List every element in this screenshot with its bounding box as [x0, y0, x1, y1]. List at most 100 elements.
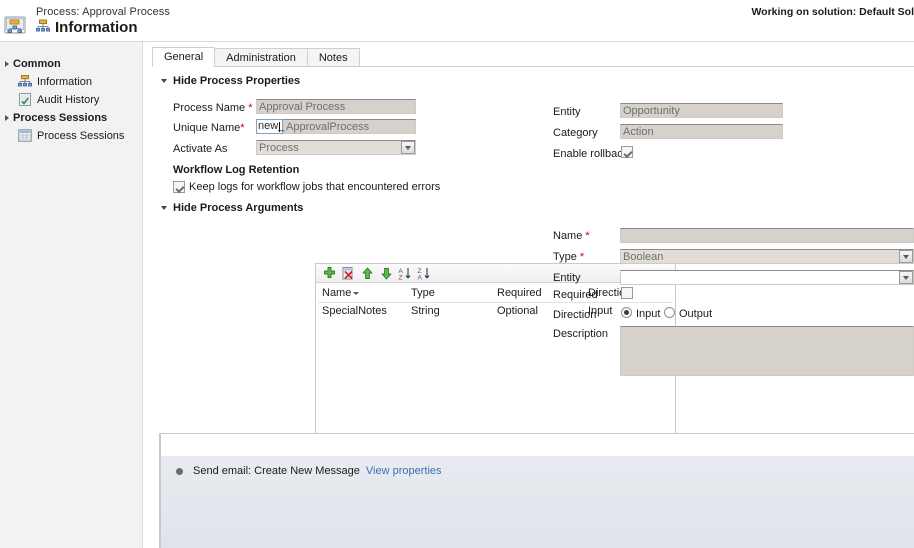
required-marker: * [576, 251, 585, 263]
entity-label: Entity [553, 106, 581, 118]
required-marker: * [240, 122, 245, 134]
category-input[interactable]: Action [620, 124, 783, 139]
section-process-properties-toggle[interactable]: Hide Process Properties [161, 75, 300, 87]
argument-entity-select[interactable] [620, 270, 914, 285]
keep-logs-label: Keep logs for workflow jobs that encount… [189, 181, 441, 193]
chevron-down-icon[interactable] [899, 271, 913, 284]
argument-type-value: Boolean [623, 251, 664, 263]
sidebar-group-common[interactable]: Common [5, 58, 61, 70]
activate-as-label: Activate As [173, 143, 228, 155]
chevron-right-icon [5, 115, 9, 121]
solution-indicator: Working on solution: Default Sol [751, 6, 914, 18]
argument-name-label: Name * [553, 230, 590, 242]
page-header: Process: Approval Process Information Wo… [0, 0, 914, 38]
sidebar-group-label: Process Sessions [13, 112, 108, 124]
application-window: Process: Approval Process Information Wo… [0, 0, 914, 548]
process-window-icon [4, 16, 28, 36]
add-argument-button[interactable] [322, 266, 337, 281]
move-down-button[interactable] [379, 266, 394, 281]
svg-text:A: A [418, 274, 423, 281]
cell-required: Optional [497, 305, 538, 317]
left-navigation-pane: Common Information Audit History Process… [0, 42, 142, 548]
required-marker: * [582, 230, 590, 242]
argument-description-textarea[interactable] [620, 326, 914, 376]
sort-descending-caret-icon [353, 291, 360, 295]
direction-output-label: Output [679, 308, 713, 320]
text-caret [279, 122, 280, 132]
argument-name-input[interactable] [620, 228, 914, 243]
argument-required-label: Required [553, 289, 598, 301]
process-node-icon [18, 75, 32, 89]
list-item[interactable]: Send email: Create New Message View prop… [161, 462, 914, 480]
column-header-type[interactable]: Type [411, 287, 435, 299]
unique-name-label: Unique Name* [173, 122, 245, 134]
sidebar-item-audit-history[interactable]: Audit History [18, 93, 99, 107]
chevron-down-icon [161, 206, 167, 210]
section-process-arguments-toggle[interactable]: Hide Process Arguments [161, 202, 303, 214]
page-title: Information [55, 18, 138, 36]
column-header-required[interactable]: Required [497, 287, 542, 299]
entity-input[interactable]: Opportunity [620, 103, 783, 118]
activate-as-value: Process [259, 142, 299, 154]
process-sessions-icon [18, 129, 32, 143]
audit-history-icon [18, 93, 32, 107]
category-label: Category [553, 127, 598, 139]
sidebar-group-process-sessions[interactable]: Process Sessions [5, 112, 107, 124]
delete-argument-button[interactable] [341, 266, 356, 281]
direction-output-radio[interactable] [664, 307, 675, 318]
step-bullet-icon [176, 467, 183, 475]
sidebar-item-process-sessions[interactable]: Process Sessions [18, 129, 124, 143]
sort-descending-button[interactable]: Z A [417, 266, 432, 281]
sidebar-item-information[interactable]: Information [18, 75, 92, 89]
column-header-name[interactable]: Name [322, 287, 360, 299]
process-name-label: Process Name * [173, 102, 252, 114]
argument-description-label: Description [553, 328, 609, 340]
direction-input-label: Input [636, 308, 661, 320]
argument-type-label: Type * [553, 251, 584, 263]
label-text: Unique Name [173, 122, 241, 134]
section-label: Hide Process Properties [173, 75, 301, 87]
sidebar-group-label: Common [13, 58, 61, 70]
tab-notes[interactable]: Notes [306, 48, 360, 67]
tab-underline [152, 66, 914, 67]
argument-type-select[interactable]: Boolean [620, 249, 914, 264]
enable-rollback-checkbox[interactable] [621, 146, 633, 158]
svg-text:Z: Z [399, 274, 403, 281]
grid-header-rule [318, 302, 673, 303]
sidebar-item-label: Information [37, 76, 93, 88]
argument-direction-label: Direction [553, 309, 597, 321]
process-name-input[interactable]: Approval Process [256, 99, 416, 114]
required-marker: * [245, 102, 253, 114]
view-properties-link[interactable]: View properties [366, 465, 442, 477]
cell-type: String [411, 305, 440, 317]
enable-rollback-label: Enable rollback [553, 148, 629, 160]
column-label: Name [322, 287, 352, 299]
tab-general[interactable]: General [152, 47, 216, 67]
process-steps-panel: Send email: Create New Message View prop… [160, 433, 914, 548]
process-breadcrumb: Process: Approval Process [36, 6, 170, 18]
direction-input-radio[interactable] [621, 307, 632, 318]
chevron-down-icon[interactable] [401, 141, 415, 154]
chevron-down-icon [161, 79, 167, 83]
activate-as-select[interactable]: Process [256, 140, 416, 155]
label-text: Type [553, 251, 577, 263]
cell-name: SpecialNotes [322, 305, 387, 317]
heading-text: Workflow Log Retention [173, 164, 300, 176]
workflow-log-retention-heading: Workflow Log Retention [173, 164, 299, 176]
sort-ascending-button[interactable]: A Z [398, 266, 413, 281]
keep-logs-checkbox[interactable] [173, 181, 185, 193]
move-up-button[interactable] [360, 266, 375, 281]
tab-administration[interactable]: Administration [214, 48, 308, 67]
label-text: Process Name [173, 102, 246, 114]
page-title-row: Information [36, 19, 138, 36]
tab-strip: General Administration Notes [152, 47, 360, 67]
steps-toolbar-area [161, 434, 914, 455]
sidebar-item-label: Audit History [37, 94, 100, 106]
chevron-down-icon[interactable] [899, 250, 913, 263]
steps-list: Send email: Create New Message View prop… [161, 456, 914, 548]
label-text: Name [553, 230, 583, 242]
argument-required-checkbox[interactable] [621, 287, 633, 299]
chevron-right-icon [5, 61, 9, 67]
sidebar-item-label: Process Sessions [37, 130, 125, 142]
argument-entity-label: Entity [553, 272, 581, 284]
